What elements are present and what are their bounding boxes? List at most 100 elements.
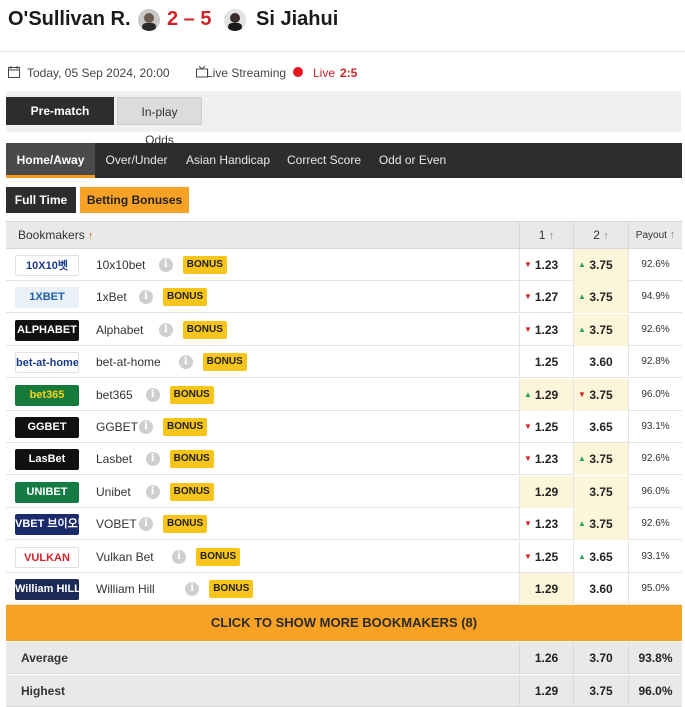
bookmaker-row[interactable]: VULKAN Vulkan Bet i BONUS ▼ 1.25 ▲ 3.65 93.1%: [6, 540, 682, 573]
bookmaker-logo[interactable]: ALPHABET: [15, 319, 79, 341]
home-player-avatar[interactable]: [138, 9, 160, 31]
tab-home-away[interactable]: Home/Away: [6, 143, 95, 178]
header-col-2[interactable]: 2 ↑: [573, 222, 628, 250]
bookmaker-row[interactable]: 1XBET 1xBet i BONUS ▼ 1.27 ▲ 3.75 94.9%: [6, 281, 682, 314]
bookmaker-row[interactable]: 10X10벳 10x10bet i BONUS ▼ 1.23 ▲ 3.75 92.6%: [6, 249, 682, 281]
home-player-name[interactable]: O'Sullivan R.: [8, 8, 131, 31]
odd-away-cell[interactable]: 3.75: [573, 475, 628, 508]
header-col-1[interactable]: 1 ↑: [519, 222, 573, 250]
info-icon[interactable]: i: [158, 258, 173, 272]
bookmaker-row[interactable]: ALPHABET Alphabet i BONUS ▼ 1.23 ▲ 3.75 92.6%: [6, 313, 682, 346]
odd-home-cell[interactable]: ▼ 1.27: [519, 281, 573, 314]
bookmaker-logo[interactable]: bet365: [15, 384, 79, 406]
bookmaker-logo[interactable]: UNIBET: [15, 481, 79, 503]
odd-away-cell[interactable]: ▲ 3.75: [573, 313, 628, 346]
bookmaker-row[interactable]: GGBET GGBET i BONUS ▼ 1.25 3.65 93.1%: [6, 411, 682, 443]
bookmaker-name[interactable]: 1xBet: [96, 290, 127, 304]
odd-home-cell[interactable]: ▼ 1.25: [519, 540, 573, 573]
bookmaker-logo[interactable]: 1XBET: [15, 287, 79, 309]
info-icon[interactable]: i: [185, 582, 200, 596]
bookmaker-name[interactable]: Alphabet: [96, 323, 143, 337]
bookmaker-name[interactable]: bet365: [96, 388, 133, 402]
bonus-badge[interactable]: BONUS: [182, 256, 227, 274]
bookmaker-row[interactable]: bet365 bet365 i BONUS ▲ 1.29 ▼ 3.75 96.0%: [6, 378, 682, 411]
bonus-badge[interactable]: BONUS: [163, 288, 208, 307]
odd-away-cell[interactable]: 3.60: [573, 573, 628, 605]
live-streaming-link[interactable]: Live Streaming: [206, 66, 286, 80]
odd-home-cell[interactable]: ▲ 1.29: [519, 378, 573, 411]
bonus-badge[interactable]: BONUS: [196, 547, 241, 566]
odd-home-cell[interactable]: ▼ 1.25: [519, 411, 573, 443]
info-icon[interactable]: i: [139, 290, 153, 305]
tab-asian-handicap[interactable]: Asian Handicap: [178, 143, 278, 178]
info-icon[interactable]: i: [139, 420, 153, 434]
odd-away-cell[interactable]: ▲ 3.75: [573, 249, 628, 281]
tab-betting-bonuses[interactable]: Betting Bonuses: [80, 187, 189, 213]
info-icon[interactable]: i: [145, 452, 160, 467]
bookmaker-row[interactable]: UNIBET Unibet i BONUS 1.29 3.75 96.0%: [6, 475, 682, 508]
bookmaker-name[interactable]: GGBET: [96, 420, 138, 434]
info-icon[interactable]: i: [139, 517, 153, 532]
odd-home-cell[interactable]: ▼ 1.23: [519, 508, 573, 541]
bookmaker-logo[interactable]: VULKAN: [15, 546, 79, 568]
odd-away-cell[interactable]: ▲ 3.75: [573, 508, 628, 541]
info-icon[interactable]: i: [145, 484, 160, 499]
bookmaker-row[interactable]: bet-at-home bet-at-home i BONUS 1.25 3.60 92.8…: [6, 346, 682, 379]
bookmaker-logo[interactable]: VBET 브이오벳: [15, 514, 79, 536]
bookmaker-name[interactable]: Vulkan Bet: [96, 550, 154, 564]
tab-full-time[interactable]: Full Time: [6, 187, 76, 213]
header-payout[interactable]: Payout ↑: [628, 222, 682, 250]
bookmaker-row[interactable]: LasBet Lasbet i BONUS ▼ 1.23 ▲ 3.75 92.6%: [6, 443, 682, 476]
odd-home-cell[interactable]: ▼ 1.23: [519, 313, 573, 346]
bonus-badge[interactable]: BONUS: [163, 418, 208, 436]
header-bookmakers[interactable]: Bookmakers ↑: [18, 222, 94, 250]
tab-odd-or-even[interactable]: Odd or Even: [370, 143, 455, 178]
odd-away-cell[interactable]: 3.65: [573, 411, 628, 443]
away-player-avatar[interactable]: [224, 9, 246, 31]
bookmaker-name[interactable]: VOBET: [96, 517, 137, 531]
bookmaker-name[interactable]: Unibet: [96, 485, 131, 499]
payout-cell: 96.0%: [628, 378, 682, 411]
odd-home-cell[interactable]: 1.29: [519, 573, 573, 605]
bonus-badge[interactable]: BONUS: [169, 385, 214, 404]
odd-away-cell[interactable]: ▲ 3.65: [573, 540, 628, 573]
bonus-badge[interactable]: BONUS: [209, 580, 254, 598]
odd-home-cell[interactable]: ▼ 1.23: [519, 249, 573, 281]
bookmaker-logo[interactable]: bet-at-home: [15, 352, 79, 374]
away-player-name[interactable]: Si Jiahui: [256, 8, 338, 31]
show-more-bookmakers-button[interactable]: CLICK TO SHOW MORE BOOKMAKERS (8): [6, 605, 682, 641]
bookmaker-logo[interactable]: 10X10벳: [15, 255, 79, 276]
odds-down-icon: ▼: [524, 551, 532, 561]
odd-away-cell[interactable]: ▲ 3.75: [573, 281, 628, 314]
bonus-badge[interactable]: BONUS: [169, 450, 214, 469]
bookmaker-name[interactable]: 10x10bet: [96, 258, 145, 272]
info-icon[interactable]: i: [178, 355, 193, 370]
odd-home-cell[interactable]: 1.25: [519, 346, 573, 379]
info-icon[interactable]: i: [172, 549, 186, 564]
bookmaker-logo[interactable]: William HILL: [15, 579, 79, 600]
tab-correct-score[interactable]: Correct Score: [278, 143, 370, 178]
bonus-badge[interactable]: BONUS: [163, 515, 208, 534]
bookmaker-name[interactable]: William Hill: [96, 582, 155, 596]
odd-value: 3.75: [589, 258, 613, 272]
bookmaker-logo[interactable]: LasBet: [15, 449, 79, 471]
odd-home-cell[interactable]: ▼ 1.23: [519, 443, 573, 476]
odds-down-icon: ▼: [524, 454, 532, 464]
bookmaker-row[interactable]: VBET 브이오벳VOBETiBONUS▼1.23▲3.7592.6%: [6, 508, 682, 541]
tab-pre-match-odds[interactable]: Pre-match Odds: [6, 97, 114, 146]
odd-away-cell[interactable]: 3.60: [573, 346, 628, 379]
bonus-badge[interactable]: BONUS: [182, 320, 227, 339]
info-icon[interactable]: i: [158, 322, 173, 337]
bonus-badge[interactable]: BONUS: [169, 482, 214, 501]
odd-away-cell[interactable]: ▲ 3.75: [573, 443, 628, 476]
tab-over-under[interactable]: Over/Under: [95, 143, 178, 178]
odd-away-cell[interactable]: ▼ 3.75: [573, 378, 628, 411]
bonus-badge[interactable]: BONUS: [202, 353, 247, 372]
bookmaker-logo[interactable]: GGBET: [15, 417, 79, 438]
info-icon[interactable]: i: [145, 387, 160, 402]
bookmaker-name[interactable]: Lasbet: [96, 452, 132, 466]
bookmaker-name[interactable]: bet-at-home: [96, 355, 161, 369]
odd-home-cell[interactable]: 1.29: [519, 475, 573, 508]
bookmaker-row[interactable]: William HILL William Hill i BONUS 1.29 3.60 95…: [6, 573, 682, 605]
tab-in-play-odds[interactable]: In-play Odds: [117, 97, 202, 147]
